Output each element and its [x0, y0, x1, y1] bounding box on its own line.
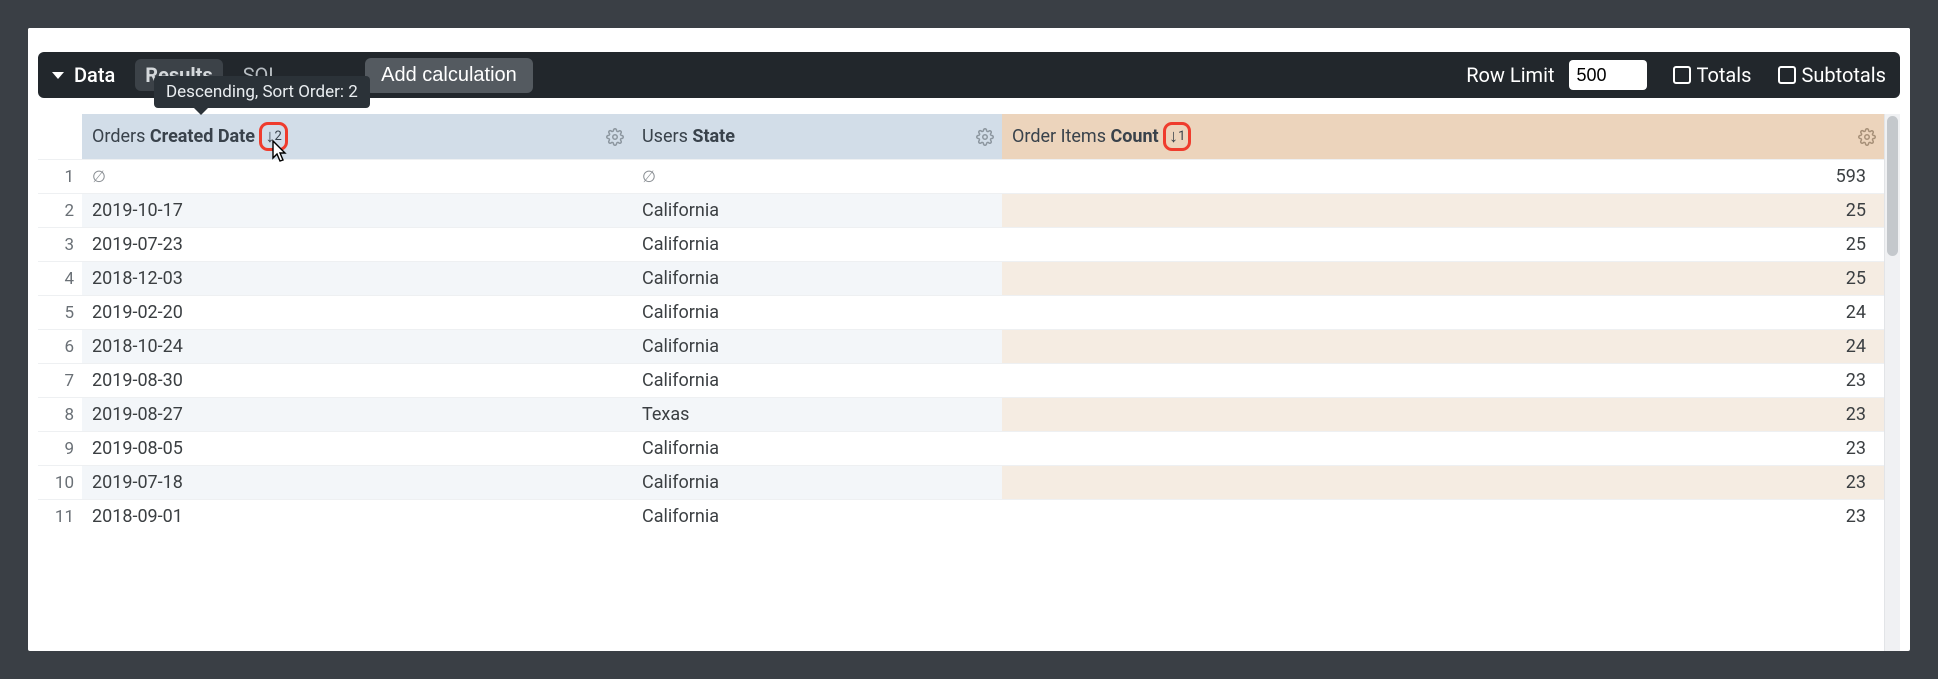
totals-checkbox-group[interactable]: Totals	[1673, 63, 1752, 87]
results-table: Orders Created Date ↓ 2 Users State	[38, 114, 1884, 534]
cell-created-date[interactable]: 2019-07-23	[82, 228, 632, 262]
cell-state[interactable]: California	[632, 228, 1002, 262]
header-rownum	[38, 114, 82, 160]
data-section-label[interactable]: Data	[74, 63, 115, 87]
table-row: 1∅∅593	[38, 160, 1884, 194]
cell-count[interactable]: 23	[1002, 466, 1884, 500]
cell-state[interactable]: California	[632, 432, 1002, 466]
table-row: 82019-08-27Texas23	[38, 398, 1884, 432]
cell-count[interactable]: 25	[1002, 262, 1884, 296]
gear-icon[interactable]	[976, 128, 994, 146]
totals-label: Totals	[1697, 63, 1752, 87]
row-number: 6	[38, 330, 82, 364]
data-panel: Data Results SQL Add calculation Row Lim…	[28, 28, 1910, 651]
gear-icon[interactable]	[606, 128, 624, 146]
row-number: 1	[38, 160, 82, 194]
scrollbar-thumb[interactable]	[1887, 116, 1898, 256]
caret-down-icon[interactable]	[52, 72, 64, 79]
sort-indicator-col3[interactable]: ↓ 1	[1163, 122, 1191, 151]
data-toolbar: Data Results SQL Add calculation Row Lim…	[38, 52, 1900, 98]
cell-created-date[interactable]: 2018-09-01	[82, 500, 632, 534]
cell-state[interactable]: California	[632, 500, 1002, 534]
cell-created-date[interactable]: 2019-08-27	[82, 398, 632, 432]
row-number: 11	[38, 500, 82, 534]
cell-count[interactable]: 25	[1002, 228, 1884, 262]
sort-indicator-col1[interactable]: ↓ 2	[259, 122, 287, 151]
subtotals-checkbox-group[interactable]: Subtotals	[1778, 63, 1887, 87]
table-row: 102019-07-18California23	[38, 466, 1884, 500]
cell-state[interactable]: California	[632, 296, 1002, 330]
table-row: 112018-09-01California23	[38, 500, 1884, 534]
cell-count[interactable]: 24	[1002, 330, 1884, 364]
cell-count[interactable]: 25	[1002, 194, 1884, 228]
row-number: 2	[38, 194, 82, 228]
sort-tooltip: Descending, Sort Order: 2	[154, 76, 370, 108]
table-row: 32019-07-23California25	[38, 228, 1884, 262]
cell-created-date[interactable]: 2019-07-18	[82, 466, 632, 500]
table-container: Orders Created Date ↓ 2 Users State	[38, 114, 1900, 651]
table-row: 62018-10-24California24	[38, 330, 1884, 364]
sort-desc-icon: ↓	[265, 126, 274, 147]
row-number: 8	[38, 398, 82, 432]
sort-desc-icon: ↓	[1169, 126, 1178, 147]
cell-created-date[interactable]: 2019-08-30	[82, 364, 632, 398]
header-orders-created-date[interactable]: Orders Created Date ↓ 2	[82, 114, 632, 160]
row-number: 9	[38, 432, 82, 466]
table-body: 1∅∅59322019-10-17California2532019-07-23…	[38, 160, 1884, 534]
cell-created-date[interactable]: 2018-10-24	[82, 330, 632, 364]
cell-created-date[interactable]: 2019-08-05	[82, 432, 632, 466]
table-row: 92019-08-05California23	[38, 432, 1884, 466]
row-number: 7	[38, 364, 82, 398]
cell-state[interactable]: California	[632, 466, 1002, 500]
row-number: 5	[38, 296, 82, 330]
cell-created-date[interactable]: 2019-10-17	[82, 194, 632, 228]
header-users-state[interactable]: Users State	[632, 114, 1002, 160]
cell-state[interactable]: California	[632, 330, 1002, 364]
totals-checkbox[interactable]	[1673, 66, 1691, 84]
gear-icon[interactable]	[1858, 128, 1876, 146]
cell-count[interactable]: 24	[1002, 296, 1884, 330]
row-limit-input[interactable]	[1569, 60, 1647, 90]
cell-state[interactable]: California	[632, 262, 1002, 296]
cell-count[interactable]: 23	[1002, 432, 1884, 466]
header-order-items-count[interactable]: Order Items Count ↓ 1	[1002, 114, 1884, 160]
panel-top-gap	[28, 28, 1910, 52]
vertical-scrollbar[interactable]	[1884, 114, 1900, 651]
cell-count[interactable]: 23	[1002, 364, 1884, 398]
table-row: 22019-10-17California25	[38, 194, 1884, 228]
table-row: 42018-12-03California25	[38, 262, 1884, 296]
cell-count[interactable]: 23	[1002, 500, 1884, 534]
cell-created-date[interactable]: 2018-12-03	[82, 262, 632, 296]
row-number: 10	[38, 466, 82, 500]
table-row: 72019-08-30California23	[38, 364, 1884, 398]
row-limit-group: Row Limit	[1466, 60, 1646, 90]
cell-count[interactable]: 23	[1002, 398, 1884, 432]
cell-state[interactable]: ∅	[632, 160, 1002, 194]
row-limit-label: Row Limit	[1466, 63, 1554, 87]
row-number: 4	[38, 262, 82, 296]
cell-state[interactable]: California	[632, 364, 1002, 398]
subtotals-checkbox[interactable]	[1778, 66, 1796, 84]
table-row: 52019-02-20California24	[38, 296, 1884, 330]
row-number: 3	[38, 228, 82, 262]
cell-created-date[interactable]: ∅	[82, 160, 632, 194]
cell-state[interactable]: California	[632, 194, 1002, 228]
cell-state[interactable]: Texas	[632, 398, 1002, 432]
cell-created-date[interactable]: 2019-02-20	[82, 296, 632, 330]
add-calculation-button[interactable]: Add calculation	[365, 58, 533, 93]
subtotals-label: Subtotals	[1802, 63, 1887, 87]
cell-count[interactable]: 593	[1002, 160, 1884, 194]
